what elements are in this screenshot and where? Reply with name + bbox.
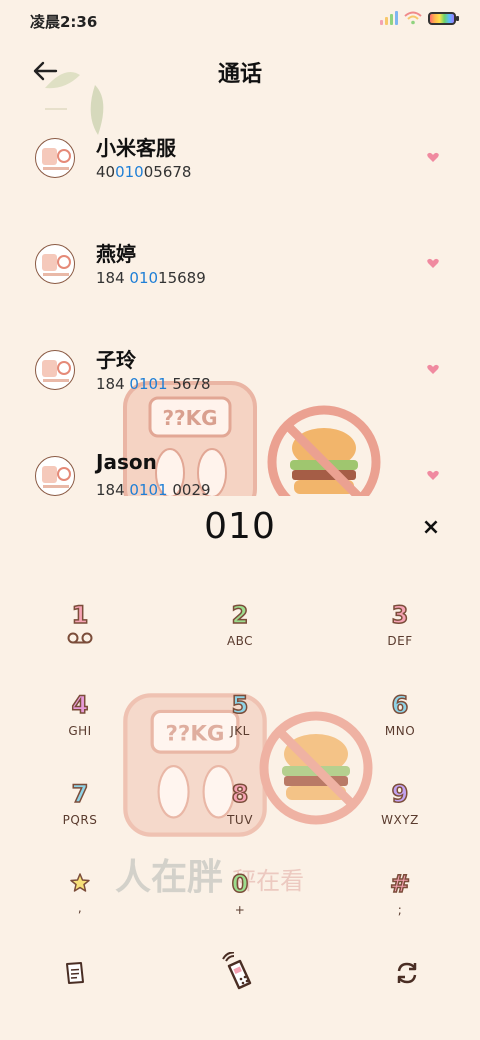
key-digit: 7 <box>71 779 89 809</box>
heart-icon[interactable] <box>426 362 440 376</box>
battery-icon <box>428 11 459 25</box>
notes-icon <box>66 962 84 984</box>
key-digit: 4 <box>71 690 89 720</box>
key-digit: 6 <box>391 690 409 720</box>
contact-number: 184 0101 5678 <box>96 375 211 393</box>
key-star[interactable]: , <box>20 867 140 943</box>
avatar <box>35 244 75 284</box>
key-hash[interactable]: # ; <box>340 867 460 943</box>
key-letters: WXYZ <box>381 813 419 827</box>
key-7[interactable]: 7 PQRS <box>20 777 140 853</box>
contact-name: 小米客服 <box>96 136 176 160</box>
bottom-bar <box>0 944 480 1014</box>
contact-number: 184 01015689 <box>96 269 206 287</box>
contact-name: Jason <box>96 450 157 474</box>
dialer-panel: ??KG 人在胖 秤在看 010 × 1 2 ABC 3 DEF 4 GHI 5… <box>0 496 480 1040</box>
key-6[interactable]: 6 MNO <box>340 688 460 764</box>
signal-icon <box>380 11 398 25</box>
key-digit: 0 <box>231 869 249 899</box>
avatar-scale-icon <box>42 254 71 276</box>
key-1[interactable]: 1 <box>20 598 140 674</box>
contact-list: 小米客服 4001005678 燕婷 184 01015689 子玲 184 0… <box>0 120 480 496</box>
avatar-scale-icon <box>42 360 71 382</box>
contact-number: 4001005678 <box>96 163 192 181</box>
swap-button[interactable] <box>382 948 432 998</box>
key-8[interactable]: 8 TUV <box>180 777 300 853</box>
contact-row[interactable]: 燕婷 184 01015689 <box>0 226 480 326</box>
wifi-icon <box>404 11 422 25</box>
key-letters: MNO <box>384 724 416 738</box>
key-letters: , <box>77 901 83 915</box>
avatar <box>35 138 75 178</box>
contact-row[interactable]: 子玲 184 0101 5678 <box>0 332 480 432</box>
key-digit: 9 <box>391 779 409 809</box>
call-button[interactable] <box>214 944 266 1000</box>
phone-call-icon <box>222 952 252 990</box>
key-letters: GHI <box>68 724 92 738</box>
star-icon <box>70 873 90 892</box>
key-letters: + <box>234 903 246 917</box>
status-icons <box>380 11 459 25</box>
contact-name: 子玲 <box>96 348 136 372</box>
avatar <box>35 350 75 390</box>
status-time: 凌晨2:36 <box>30 12 98 31</box>
key-2[interactable]: 2 ABC <box>180 598 300 674</box>
dial-input[interactable]: 010 <box>0 506 480 556</box>
contact-row[interactable]: Jason 184 0101 0029 <box>0 438 480 496</box>
key-digit: 8 <box>231 779 249 809</box>
key-3[interactable]: 3 DEF <box>340 598 460 674</box>
key-letters: PQRS <box>62 813 98 827</box>
status-bar: 凌晨2:36 <box>0 0 480 42</box>
avatar-scale-icon <box>42 466 71 488</box>
key-digit: 2 <box>231 600 249 630</box>
key-0[interactable]: 0 + <box>180 867 300 943</box>
key-digit: 3 <box>391 600 409 630</box>
clear-button[interactable]: × <box>418 514 444 540</box>
swap-icon <box>397 962 417 984</box>
avatar <box>35 456 75 496</box>
contact-row[interactable]: 小米客服 4001005678 <box>0 120 480 220</box>
heart-icon[interactable] <box>426 468 440 482</box>
key-9[interactable]: 9 WXYZ <box>340 777 460 853</box>
key-letters: DEF <box>387 634 413 648</box>
key-digit: 1 <box>71 600 89 630</box>
heart-icon[interactable] <box>426 150 440 164</box>
key-letters: ABC <box>226 634 254 648</box>
notes-button[interactable] <box>50 948 100 998</box>
voicemail-icon <box>67 632 93 644</box>
key-letters: JKL <box>230 724 250 738</box>
key-digit: # <box>389 869 411 899</box>
key-digit: 5 <box>231 690 249 720</box>
avatar-scale-icon <box>42 148 71 170</box>
key-4[interactable]: 4 GHI <box>20 688 140 764</box>
heart-icon[interactable] <box>426 256 440 270</box>
contact-number: 184 0101 0029 <box>96 481 211 496</box>
key-5[interactable]: 5 JKL <box>180 688 300 764</box>
key-letters: TUV <box>227 813 253 827</box>
contact-name: 燕婷 <box>96 242 136 266</box>
key-letters: ; <box>397 903 403 917</box>
